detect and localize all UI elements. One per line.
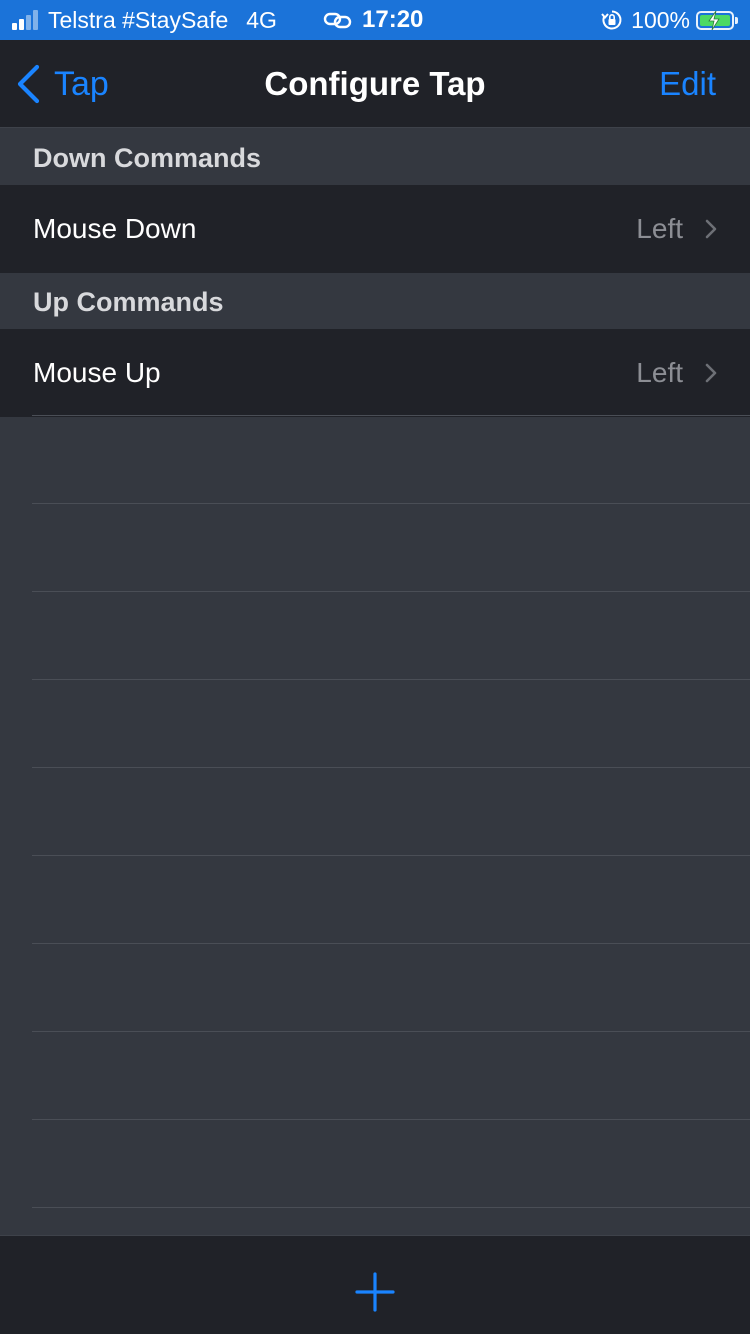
battery-charging-icon: [696, 10, 734, 30]
status-left: Telstra #StaySafe 4G: [12, 0, 299, 40]
row-separator: [32, 679, 750, 680]
row-separator: [32, 1031, 750, 1032]
network-type: 4G: [246, 6, 277, 33]
back-button-label: Tap: [54, 64, 109, 103]
battery-terminal: [735, 16, 738, 24]
chevron-right-icon: [705, 363, 717, 383]
row-separator: [32, 1207, 750, 1208]
row-label: Mouse Down: [33, 213, 197, 244]
page-title: Configure Tap: [264, 65, 486, 102]
section-header-down-commands: Down Commands: [0, 129, 750, 185]
plus-icon[interactable]: [354, 1271, 396, 1313]
status-bar: Telstra #StaySafe 4G 17:20 100%: [0, 0, 750, 40]
navigation-bar: Tap Configure Tap Edit: [0, 40, 750, 128]
row-separator: [32, 767, 750, 768]
row-separator: [32, 591, 750, 592]
row-separator: [32, 943, 750, 944]
section-header-up-commands: Up Commands: [0, 273, 750, 329]
orientation-lock-icon: [601, 10, 622, 30]
screen: Telstra #StaySafe 4G 17:20 100% Tap Conf…: [0, 0, 750, 1334]
chevron-left-icon: [17, 64, 40, 104]
row-separator: [32, 503, 750, 504]
row-mouse-down[interactable]: Mouse Down Left: [0, 185, 750, 273]
status-right: 100%: [601, 0, 738, 40]
bottom-toolbar: [0, 1235, 750, 1334]
back-button[interactable]: Tap: [16, 40, 109, 128]
status-time: 17:20: [362, 6, 424, 33]
carrier-name: Telstra #StaySafe: [48, 6, 229, 33]
row-value: Left: [636, 213, 683, 244]
chevron-right-icon: [705, 219, 717, 239]
row-value: Left: [636, 357, 683, 388]
link-icon: [323, 12, 352, 29]
signal-icon: [12, 10, 40, 30]
row-separator: [32, 1119, 750, 1120]
battery-percent: 100%: [631, 6, 690, 33]
row-separator: [32, 855, 750, 856]
row-separator: [32, 415, 750, 416]
row-label: Mouse Up: [33, 357, 161, 388]
edit-button[interactable]: Edit: [659, 40, 716, 128]
row-mouse-up[interactable]: Mouse Up Left: [0, 329, 750, 417]
